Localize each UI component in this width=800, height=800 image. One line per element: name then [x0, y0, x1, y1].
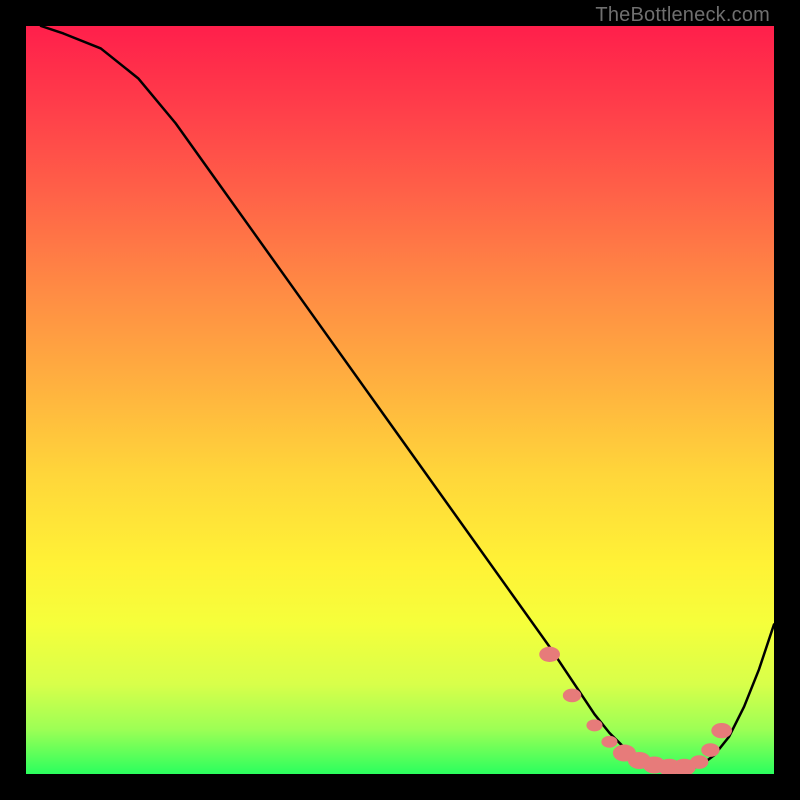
- curve-line: [41, 26, 774, 770]
- chart-frame: TheBottleneck.com: [0, 0, 800, 800]
- watermark-text: TheBottleneck.com: [595, 4, 770, 27]
- chart-svg: [26, 26, 774, 774]
- plot-area: [26, 26, 774, 774]
- marker-dots: [539, 647, 732, 774]
